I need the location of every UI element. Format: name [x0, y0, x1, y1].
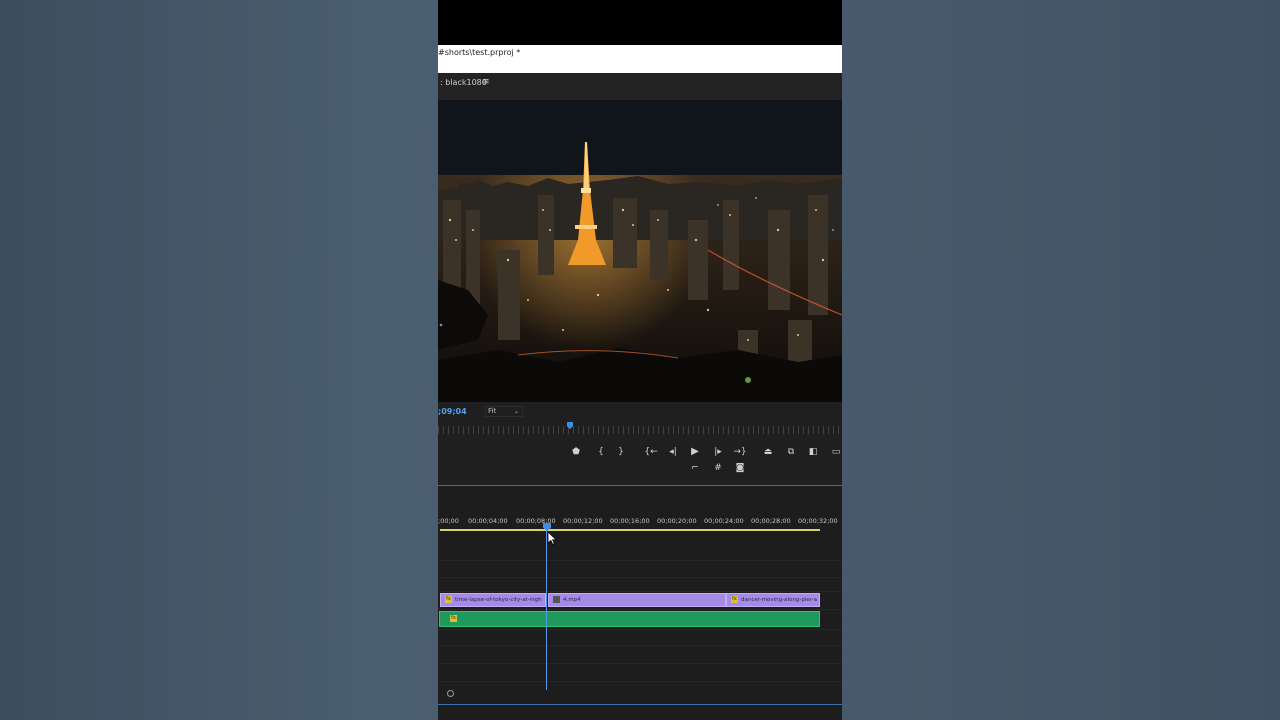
audio-clip[interactable]: fx	[439, 611, 820, 627]
track-divider	[438, 681, 842, 682]
clip-label: 4.mp4	[563, 597, 581, 603]
program-monitor-tab[interactable]: : black1080	[440, 78, 487, 87]
timeline-panel: ;00;00 00;00;04;00 00;00;08;00 00;00;12;…	[438, 485, 842, 720]
trim-icon[interactable]: ⌐	[688, 462, 702, 474]
work-area-bar[interactable]	[440, 529, 820, 531]
video-clip-dancer-pier[interactable]: fx dancer-moving-along-pier-a	[726, 593, 820, 607]
go-to-in-icon[interactable]: {←	[644, 446, 658, 458]
video-clip-tokyo-timelapse[interactable]: fx time-lapse-of-tokyo-city-at-nigh	[440, 593, 546, 607]
ruler-label: ;00;00	[438, 517, 459, 525]
extract-icon[interactable]: ⧉	[784, 446, 798, 458]
timeline-playhead-line[interactable]	[546, 525, 547, 690]
grid-icon[interactable]: #	[711, 462, 725, 474]
ruler-label: 00;00;24;00	[704, 517, 744, 525]
step-forward-icon[interactable]: |▸	[711, 446, 725, 458]
go-to-out-icon[interactable]: →}	[733, 446, 747, 458]
video-clip-4-mp4[interactable]: 4.mp4	[548, 593, 726, 607]
program-monitor-header: : black1080 ≡	[438, 73, 842, 100]
ruler-label: 00;00;04;00	[468, 517, 508, 525]
marker-icon[interactable]: ⬟	[569, 446, 583, 458]
hamburger-menu-icon[interactable]: ≡	[482, 77, 490, 87]
track-divider	[438, 609, 842, 610]
tokyo-night-skyline-image	[438, 100, 842, 402]
premiere-pro-window: #shorts\test.prproj * : black1080 ≡ ;09;…	[438, 0, 842, 720]
panel-focus-line	[438, 485, 842, 486]
program-monitor-video[interactable]	[438, 100, 842, 402]
mouse-cursor-icon	[547, 531, 557, 545]
fx-badge: fx	[731, 596, 738, 603]
panel-bottom-line	[438, 704, 842, 705]
track-divider	[438, 645, 842, 646]
ruler-label: 00;00;28;00	[751, 517, 791, 525]
window-title: #shorts\test.prproj *	[438, 48, 521, 57]
ruler-label: 00;00;20;00	[657, 517, 697, 525]
overwrite-icon[interactable]: ▭	[829, 446, 842, 458]
program-monitor-controls: ;09;04 Fit ⌄ ⬟ { } {← ◂| ▶ |▸ →} ⏏ ⧉ ◧ ▭…	[438, 402, 842, 485]
zoom-fit-value: Fit	[488, 407, 497, 415]
playhead-timecode[interactable]: ;09;04	[438, 407, 467, 416]
clip-label: time-lapse-of-tokyo-city-at-nigh	[455, 597, 542, 603]
zoom-fit-dropdown[interactable]: Fit ⌄	[485, 406, 523, 417]
fx-badge: fx	[450, 615, 457, 622]
title-bar: #shorts\test.prproj *	[438, 45, 842, 73]
mark-in-icon[interactable]: {	[594, 446, 608, 458]
track-divider	[438, 629, 842, 630]
zoom-scroll-handle[interactable]	[447, 690, 454, 697]
lift-icon[interactable]: ⏏	[761, 446, 775, 458]
track-divider	[438, 663, 842, 664]
monitor-time-ruler[interactable]	[438, 426, 842, 434]
camera-icon[interactable]: ◙	[733, 462, 747, 474]
track-divider	[438, 577, 842, 578]
track-divider	[438, 560, 842, 561]
insert-icon[interactable]: ◧	[806, 446, 820, 458]
top-black-bar	[438, 0, 842, 45]
chevron-down-icon: ⌄	[513, 408, 519, 415]
ruler-label: 00;00;32;00	[798, 517, 838, 525]
ruler-label: 00;00;16;00	[610, 517, 650, 525]
mark-out-icon[interactable]: }	[614, 446, 628, 458]
play-icon[interactable]: ▶	[688, 446, 702, 458]
clip-icon	[553, 596, 560, 603]
clip-label: dancer-moving-along-pier-a	[741, 597, 818, 603]
step-back-icon[interactable]: ◂|	[666, 446, 680, 458]
track-divider	[438, 591, 842, 592]
fx-badge: fx	[445, 596, 452, 603]
ruler-label: 00;00;12;00	[563, 517, 603, 525]
